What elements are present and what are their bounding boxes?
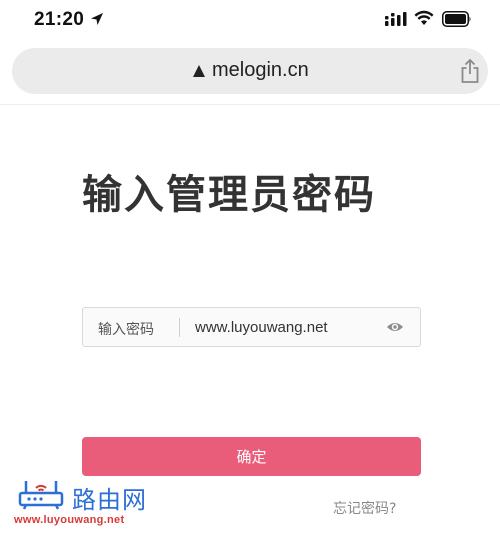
watermark: 路由网 www.luyouwang.net [12,477,162,529]
lock-icon [193,65,205,77]
password-input[interactable] [195,316,375,338]
router-icon [18,481,64,510]
watermark-url: www.luyouwang.net [14,514,125,526]
address-bar[interactable]: melogin.cn [12,48,488,94]
password-label: 输入密码 [98,322,154,338]
forgot-password-link[interactable]: 忘记密码? [333,498,396,518]
watermark-name: 路由网 [72,486,147,514]
password-field[interactable]: 输入密码 [82,307,421,347]
share-icon[interactable] [459,58,481,84]
page-title: 输入管理员密码 [82,172,376,218]
location-arrow-icon [91,13,103,25]
cellular-signal-icon [385,12,407,26]
battery-icon [442,11,471,27]
status-time: 21:20 [34,9,85,30]
status-bar: 21:20 [0,0,500,40]
header-divider [0,104,500,105]
eye-icon[interactable] [386,320,404,334]
url-text[interactable]: melogin.cn [212,59,309,82]
wifi-icon [414,10,434,25]
field-separator [179,318,180,337]
confirm-button[interactable]: 确定 [82,437,421,476]
